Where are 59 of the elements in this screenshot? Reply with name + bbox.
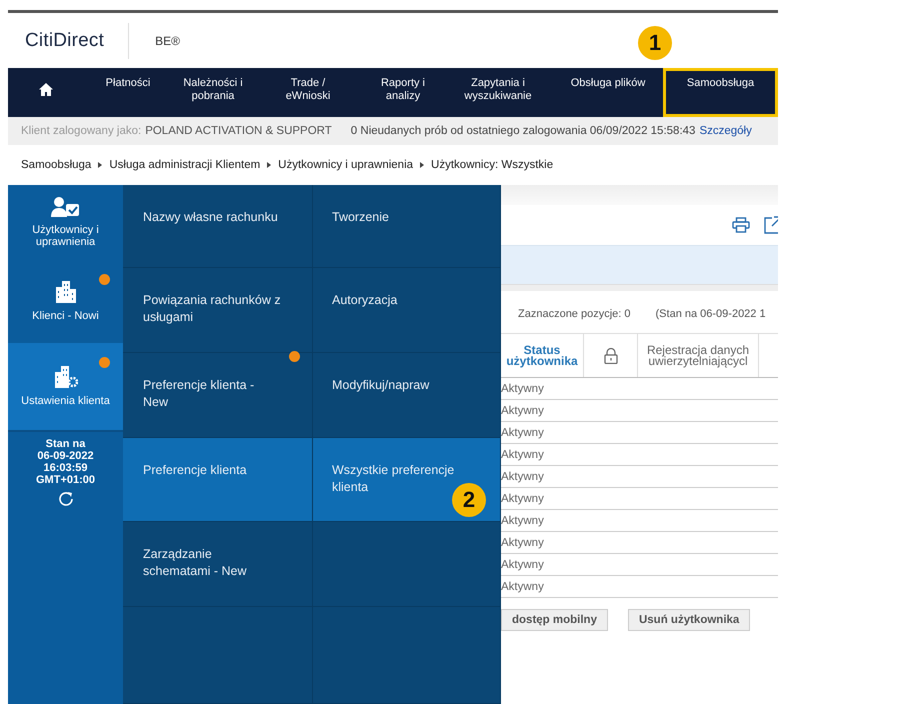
refresh-icon[interactable] [56, 490, 74, 508]
nav-tab[interactable]: Zapytania i wyszukiwanie [443, 68, 553, 117]
menu-action[interactable]: Tworzenie [313, 185, 501, 268]
lock-icon [604, 348, 618, 364]
nav-tab[interactable]: Trade / eWnioski [253, 68, 363, 117]
table-cell: Aktywny [501, 514, 544, 526]
table-cell: Aktywny [501, 580, 544, 592]
table-cell: Aktywny [501, 470, 544, 482]
building-gear-icon [54, 366, 78, 388]
callout-badge: 1 [638, 26, 672, 60]
column-header[interactable]: Status użytkownika [501, 334, 584, 377]
external-link-icon[interactable] [764, 216, 778, 234]
breadcrumb-item[interactable]: Użytkownicy: Wszystkie [431, 159, 554, 171]
menu-category[interactable]: Klienci - Nowi [8, 260, 123, 343]
menu-item[interactable]: Powiązania rachunków z usługami [123, 268, 313, 353]
breadcrumb-item[interactable]: Użytkownicy i uprawnienia [278, 159, 414, 171]
logo[interactable]: CitiDirect [25, 30, 104, 52]
nav-tab[interactable]: Płatności [83, 68, 173, 117]
menu-category[interactable]: Użytkownicy i uprawnienia [8, 185, 123, 260]
table-cell: Aktywny [501, 536, 544, 548]
menu-item[interactable]: Nazwy własne rachunku [123, 185, 313, 268]
login-notice: 0 Nieudanych prób od ostatniego zalogowania 06/09/2022 15:58:43 [350, 125, 696, 137]
as-of-text: (Stan na 06-09-2022 1 [656, 308, 766, 320]
nav-tab[interactable]: Raporty i analizy [363, 68, 443, 117]
selection-count: Zaznaczone pozycje: 0 [518, 308, 631, 320]
caret-icon [420, 162, 424, 168]
callout-badge: 2 [452, 483, 486, 517]
table-cell: Aktywny [501, 404, 544, 416]
menu-action[interactable]: Autoryzacja [313, 268, 501, 353]
table-cell: Aktywny [501, 382, 544, 394]
building-icon [54, 281, 76, 303]
action-button[interactable]: Usuń użytkownika [628, 609, 750, 631]
nav-tab[interactable]: Samoobsługa [663, 68, 778, 117]
client-name: POLAND ACTIVATION & SUPPORT [145, 125, 332, 137]
nav-tab[interactable]: Należności i pobrania [173, 68, 253, 117]
caret-icon [98, 162, 102, 168]
status-time: Stan na 06-09-2022 16:03:59 GMT+01:00 [36, 438, 95, 486]
login-label: Klient zalogowany jako: [21, 125, 142, 137]
menu-action[interactable]: Wszystkie preferencje klienta 2 [313, 438, 501, 522]
menu-item[interactable]: Preferencje klienta [123, 438, 313, 522]
table-cell: Aktywny [501, 492, 544, 504]
home-icon [38, 83, 52, 96]
user-check-icon [50, 197, 80, 217]
product-name: BE® [155, 34, 180, 48]
menu-item[interactable]: Preferencje klienta - New [123, 353, 313, 438]
nav-tab[interactable]: Obsługa plików [553, 68, 663, 117]
table-cell: Aktywny [501, 426, 544, 438]
table-cell: Aktywny [501, 448, 544, 460]
menu-item[interactable]: Zarządzanie schematami - New [123, 522, 313, 607]
details-link[interactable]: Szczegóły [699, 125, 752, 137]
print-icon[interactable] [732, 217, 750, 233]
breadcrumb-item[interactable]: Samoobsługa [21, 159, 92, 171]
table-cell: Aktywny [501, 558, 544, 570]
column-header[interactable]: Rejestracja danych uwierzytelniającycl [638, 334, 759, 377]
action-button[interactable]: dostęp mobilny [501, 609, 608, 631]
caret-icon [267, 162, 272, 168]
menu-action[interactable]: Modyfikuj/napraw [313, 353, 501, 438]
breadcrumb-item[interactable]: Usługa administracji Klientem [109, 159, 260, 171]
menu-category[interactable]: Ustawienia klienta [8, 343, 123, 430]
